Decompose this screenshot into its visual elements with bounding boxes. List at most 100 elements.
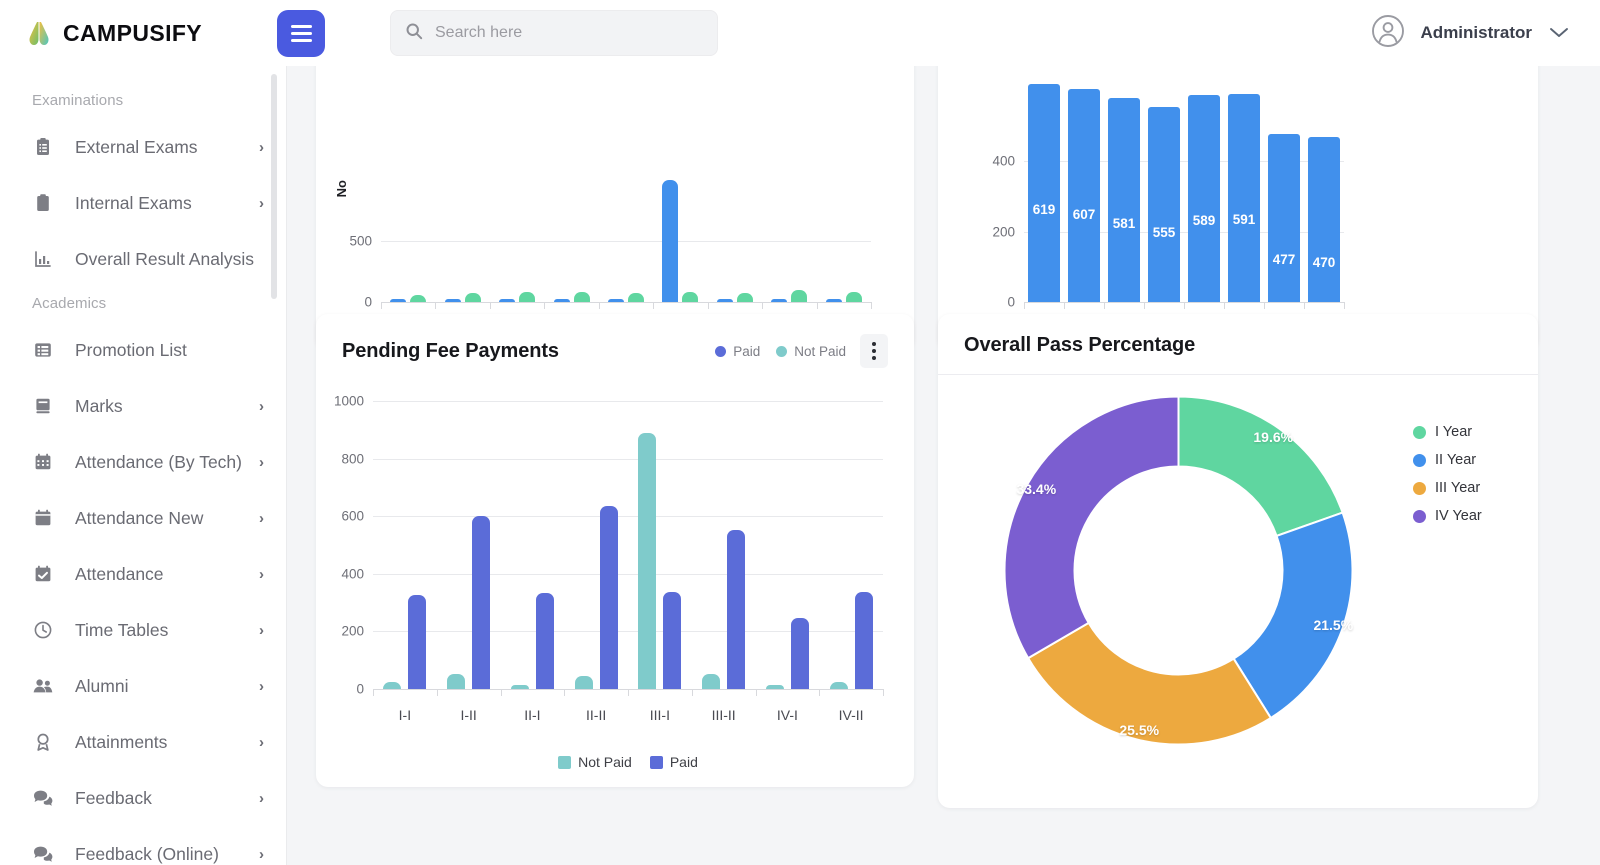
bar: [727, 530, 745, 689]
sidebar-item-time-tables[interactable]: Time Tables›: [0, 602, 286, 658]
legend-item: III Year: [1413, 480, 1482, 496]
card-header: Overall Pass Percentage: [938, 314, 1538, 375]
donut-slice[interactable]: [1179, 397, 1343, 536]
donut-chart: [1000, 392, 1357, 749]
chevron-down-icon[interactable]: [1548, 24, 1570, 43]
sidebar-section-header: Academics: [0, 287, 286, 322]
bar: [554, 299, 570, 302]
submission-status-plot: 0500FebMarAprMayJunJulAugSepOct: [381, 180, 871, 302]
bar: 470: [1308, 137, 1340, 302]
users-icon: [31, 676, 55, 696]
sidebar-item-label: Feedback (Online): [75, 844, 253, 865]
bar: [717, 299, 733, 302]
calendar-grid-icon: [31, 452, 55, 472]
sidebar-item-label: Attainments: [75, 732, 253, 753]
chevron-right-icon: ›: [259, 195, 264, 212]
legend-item: I Year: [1413, 424, 1482, 440]
y-axis-tick: 400: [341, 566, 364, 581]
sidebar-item-marks[interactable]: Marks›: [0, 378, 286, 434]
sidebar-navigation[interactable]: ExaminationsExternal Exams›Internal Exam…: [0, 66, 286, 865]
x-axis-tick-mark: [381, 302, 382, 309]
sidebar-item-attainments[interactable]: Attainments ›: [0, 714, 286, 770]
bar: [682, 292, 698, 302]
more-vertical-icon[interactable]: [860, 334, 888, 368]
legend-label: Paid: [733, 344, 760, 359]
x-axis-label: I-I: [399, 707, 411, 723]
x-axis-tick-mark: [708, 302, 709, 309]
x-axis-line: [381, 302, 871, 303]
sidebar-item-feedback-online[interactable]: Feedback (Online)›: [0, 826, 286, 865]
sidebar-item-promotion-list[interactable]: Promotion List: [0, 322, 286, 378]
bar: [846, 292, 862, 302]
sidebar-item-alumni[interactable]: Alumni›: [0, 658, 286, 714]
legend-dot: [776, 346, 787, 357]
x-axis-tick-mark: [692, 689, 693, 696]
sidebar-item-internal-exams[interactable]: Internal Exams›: [0, 175, 286, 231]
bar: [465, 293, 481, 302]
bar: [791, 618, 809, 689]
x-axis-tick-mark: [373, 689, 374, 696]
sidebar-item-attendance-new[interactable]: Attendance New›: [0, 490, 286, 546]
chevron-right-icon: ›: [259, 734, 264, 751]
pending-fee-payments-plot: 02004006008001000I-II-IIII-III-IIIII-III…: [373, 401, 883, 689]
sidebar-item-external-exams[interactable]: External Exams›: [0, 119, 286, 175]
x-axis-tick-mark: [883, 689, 884, 696]
legend-item: Not Paid: [776, 344, 846, 359]
sidebar-item-attendance-by-tech[interactable]: Attendance (By Tech)›: [0, 434, 286, 490]
bar: [826, 299, 842, 302]
chat-bubbles-icon: [31, 844, 55, 864]
x-axis-tick-mark: [1144, 302, 1145, 309]
legend-swatch: [650, 756, 663, 769]
bar: 477: [1268, 134, 1300, 302]
hamburger-bar: [291, 25, 312, 28]
sidebar-scroll-area[interactable]: ExaminationsExternal Exams›Internal Exam…: [0, 66, 286, 865]
legend-dot: [1413, 482, 1426, 495]
x-axis-tick-mark: [501, 689, 502, 696]
legend-dot: [1413, 426, 1426, 439]
award-icon: [31, 732, 55, 752]
bar: [830, 682, 848, 689]
sidebar-item-overall-result-analysis[interactable]: Overall Result Analysis: [0, 231, 286, 287]
y-axis-tick: 600: [341, 509, 364, 524]
donut-slice-label: 21.5%: [1313, 617, 1353, 633]
chevron-right-icon: ›: [259, 678, 264, 695]
legend-label: Not Paid: [794, 344, 846, 359]
hamburger-bar: [291, 39, 312, 42]
legend-label: III Year: [1435, 480, 1480, 496]
x-axis-tick-mark: [544, 302, 545, 309]
sidebar-item-label: Overall Result Analysis: [75, 249, 264, 270]
legend-item: II Year: [1413, 452, 1482, 468]
gridline: [373, 574, 883, 575]
x-axis-tick-mark: [1344, 302, 1345, 309]
sidebar-item-feedback[interactable]: Feedback›: [0, 770, 286, 826]
donut-slice[interactable]: [1005, 397, 1179, 659]
x-axis-tick-mark: [762, 302, 763, 309]
clipboard-icon: [31, 193, 55, 213]
bar: [600, 506, 618, 689]
sidebar-item-attendance[interactable]: Attendance›: [0, 546, 286, 602]
bar: [445, 299, 461, 302]
user-menu[interactable]: Administrator: [1371, 0, 1570, 66]
bar: [408, 595, 426, 689]
sidebar-item-label: Attendance New: [75, 508, 253, 529]
card-title: Pending Fee Payments: [342, 340, 559, 363]
donut-slice-label: 25.5%: [1119, 722, 1159, 738]
hamburger-menu-icon[interactable]: [277, 10, 325, 57]
search-bar[interactable]: [390, 10, 718, 56]
x-axis-tick-mark: [435, 302, 436, 309]
bar-value-label: 470: [1313, 255, 1336, 270]
search-input[interactable]: [435, 24, 703, 42]
hamburger-bar: [291, 32, 312, 35]
bar: [499, 299, 515, 302]
y-axis-tick: 200: [341, 624, 364, 639]
kebab-dot: [872, 349, 876, 353]
x-axis-tick-mark: [1064, 302, 1065, 309]
sidebar-scrollbar[interactable]: [271, 74, 277, 299]
gridline: [381, 241, 871, 242]
chart-legend: Not PaidPaid: [373, 754, 883, 770]
bar: [791, 290, 807, 302]
pending-fee-payments-card: Pending Fee Payments Paid Not Paid 020040…: [316, 314, 914, 787]
card-title: Overall Pass Percentage: [964, 334, 1195, 357]
brand-logo[interactable]: CAMPUSIFY: [24, 20, 236, 47]
user-name: Administrator: [1421, 23, 1532, 43]
